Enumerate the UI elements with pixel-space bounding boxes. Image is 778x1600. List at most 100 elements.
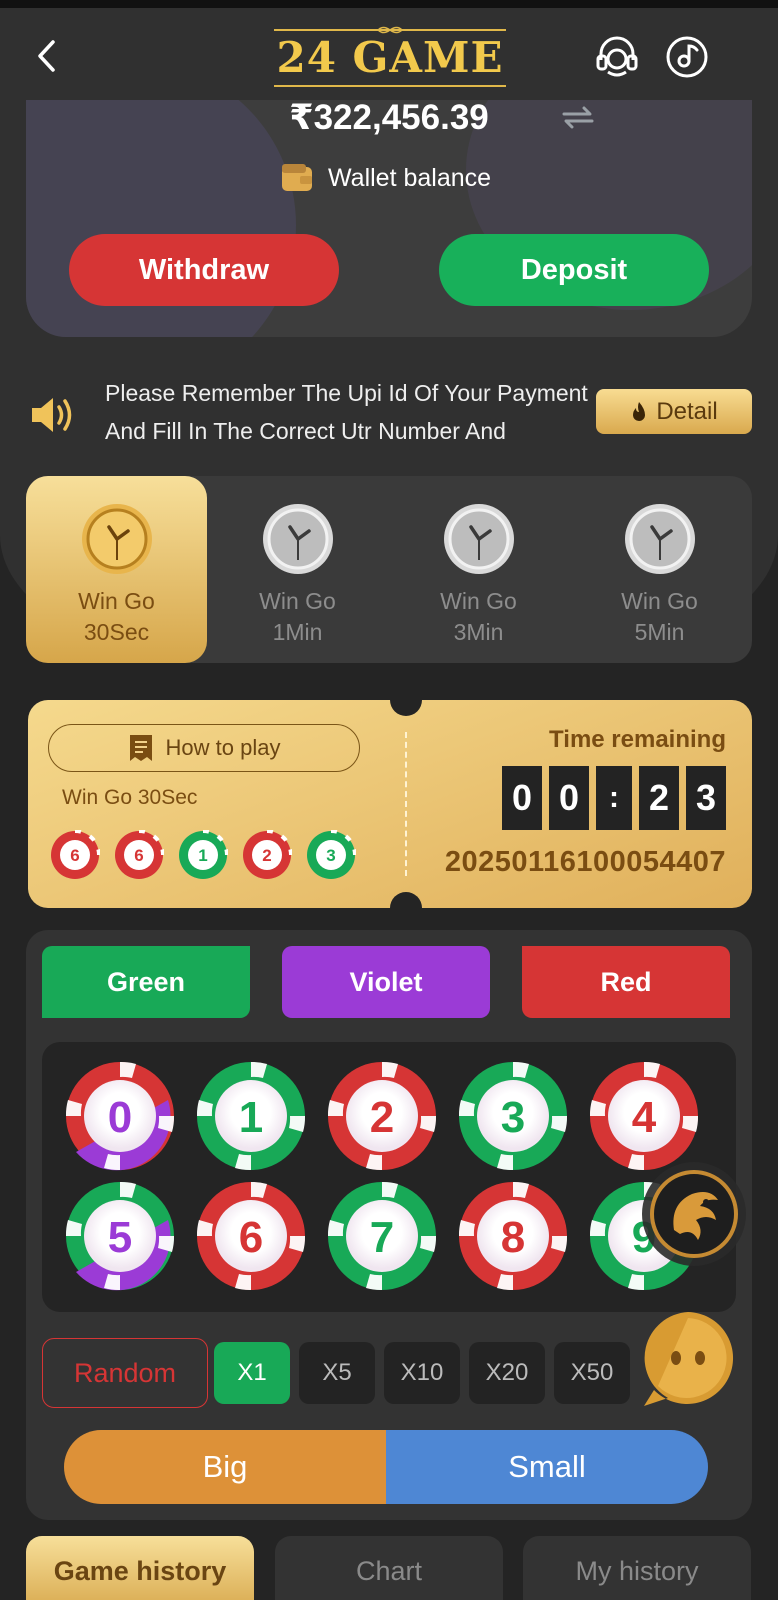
timer-digit: 0 — [502, 766, 542, 830]
number-digit: 4 — [632, 1093, 657, 1142]
tab-game-history[interactable]: Game history — [26, 1536, 254, 1600]
timer-digit: 0 — [549, 766, 589, 830]
multiplier-x10[interactable]: X10 — [384, 1342, 460, 1404]
tab-win-go-3min[interactable]: Win Go 3Min — [388, 476, 569, 663]
number-digit: 2 — [370, 1093, 394, 1142]
wallet-label-text: Wallet balance — [328, 163, 492, 192]
clock-icon — [262, 504, 333, 574]
tab-label: Win Go 30Sec — [78, 588, 155, 645]
flame-icon — [633, 401, 646, 421]
multiplier-x5[interactable]: X5 — [299, 1342, 375, 1404]
number-ball-3[interactable]: 3 — [457, 1060, 569, 1172]
big-small-toggle: Big Small — [64, 1430, 708, 1504]
app-logo: 24 GAME — [272, 20, 508, 96]
number-ball-4[interactable]: 4 — [588, 1060, 700, 1172]
chevron-left-icon — [38, 40, 55, 72]
bet-red-button[interactable]: Red — [522, 946, 730, 1018]
result-ball: 1 — [179, 830, 228, 879]
wallet-icon — [282, 164, 312, 191]
tab-label: Win Go 1Min — [259, 588, 336, 645]
notice-bar: Please Remember The Upi Id Of Your Payme… — [26, 370, 752, 460]
bet-small-button[interactable]: Small — [386, 1430, 708, 1504]
multiplier-x50[interactable]: X50 — [554, 1342, 630, 1404]
wallet-card: ₹322,456.39 Wallet balance Withdraw Depo… — [26, 100, 752, 337]
detail-label: Detail — [656, 397, 718, 425]
number-digit: 7 — [370, 1213, 394, 1262]
period-number: 20250116100054407 — [444, 846, 726, 878]
status-strip — [0, 0, 778, 8]
headset-icon[interactable] — [594, 34, 640, 80]
tab-win-go-1min[interactable]: Win Go 1Min — [207, 476, 388, 663]
how-to-play-label: How to play — [165, 735, 281, 760]
wallet-balance-amount: ₹322,456.39 — [289, 100, 489, 137]
result-digit: 3 — [326, 846, 335, 865]
recent-results: 6 6 1 2 3 — [50, 830, 356, 880]
time-remaining-label: Time remaining — [549, 726, 726, 753]
screen: 24 GAME ₹322,456.39 Wallet balance Withd… — [0, 0, 778, 1600]
result-digit: 1 — [198, 846, 207, 865]
back-button[interactable] — [28, 36, 64, 76]
dragon-icon[interactable] — [640, 1160, 748, 1268]
how-to-play-button[interactable]: How to play — [48, 724, 360, 772]
tab-chart[interactable]: Chart — [275, 1536, 503, 1600]
logo-text: 24 GAME — [276, 33, 504, 82]
deposit-button[interactable]: Deposit — [439, 234, 709, 306]
document-icon — [129, 735, 152, 761]
number-digit: 3 — [501, 1093, 525, 1142]
result-digit: 2 — [262, 846, 271, 865]
wallet-balance-label: Wallet balance — [280, 158, 491, 198]
speaker-icon — [32, 398, 72, 432]
number-ball-0[interactable]: 0 — [64, 1060, 176, 1172]
result-ball: 6 — [51, 830, 100, 879]
ticket-notch — [390, 684, 422, 716]
tab-win-go-5min[interactable]: Win Go 5Min — [569, 476, 750, 663]
number-digit: 8 — [501, 1213, 525, 1262]
clock-icon — [624, 504, 695, 574]
number-digit: 0 — [108, 1093, 132, 1142]
ticket-notch — [390, 892, 422, 924]
clock-icon — [443, 504, 514, 574]
withdraw-button[interactable]: Withdraw — [69, 234, 339, 306]
multiplier-x1[interactable]: X1 — [214, 1342, 290, 1404]
number-ball-5[interactable]: 5 — [64, 1180, 176, 1292]
random-button[interactable]: Random — [42, 1338, 208, 1408]
timer-digit: 3 — [686, 766, 726, 830]
chat-bubble-icon[interactable] — [638, 1308, 738, 1412]
tab-win-go-30sec[interactable]: Win Go 30Sec — [26, 476, 207, 663]
clock-icon — [81, 504, 152, 574]
tab-my-history[interactable]: My history — [523, 1536, 751, 1600]
number-digit: 1 — [239, 1093, 263, 1142]
result-digit: 6 — [134, 846, 143, 865]
detail-button[interactable]: Detail — [596, 389, 752, 434]
result-ball: 2 — [243, 830, 292, 879]
number-ball-2[interactable]: 2 — [326, 1060, 438, 1172]
bet-big-button[interactable]: Big — [64, 1430, 386, 1504]
notice-text: Please Remember The Upi Id Of Your Payme… — [105, 380, 588, 444]
number-ball-6[interactable]: 6 — [195, 1180, 307, 1292]
music-disc-icon[interactable] — [664, 34, 710, 80]
number-digit: 5 — [108, 1213, 132, 1262]
round-ticket: How to play Win Go 30Sec 6 6 1 2 3 Time … — [28, 684, 752, 924]
number-ball-8[interactable]: 8 — [457, 1180, 569, 1292]
multiplier-x20[interactable]: X20 — [469, 1342, 545, 1404]
result-ball: 6 — [115, 830, 164, 879]
current-game-name: Win Go 30Sec — [62, 786, 198, 809]
number-grid: 0 1 2 3 4 5 6 7 8 9 — [42, 1042, 736, 1312]
tab-label: Win Go 3Min — [440, 588, 517, 645]
countdown-timer: 00:23 — [502, 766, 726, 830]
number-ball-7[interactable]: 7 — [326, 1180, 438, 1292]
logo-ornament-icon — [376, 26, 404, 34]
timer-digit: 2 — [639, 766, 679, 830]
ticket-divider — [405, 732, 407, 876]
result-digit: 6 — [70, 846, 79, 865]
timer-colon: : — [596, 766, 632, 830]
number-ball-1[interactable]: 1 — [195, 1060, 307, 1172]
number-digit: 6 — [239, 1213, 263, 1262]
tab-label: Win Go 5Min — [621, 588, 698, 645]
bet-violet-button[interactable]: Violet — [282, 946, 490, 1018]
logo-rule-bottom — [274, 85, 506, 87]
refresh-icon[interactable] — [560, 102, 596, 132]
result-ball: 3 — [307, 830, 356, 879]
bet-green-button[interactable]: Green — [42, 946, 250, 1018]
game-mode-tabs: Win Go 30Sec Win Go 1Min Win Go 3Min Win Go… — [26, 476, 752, 663]
